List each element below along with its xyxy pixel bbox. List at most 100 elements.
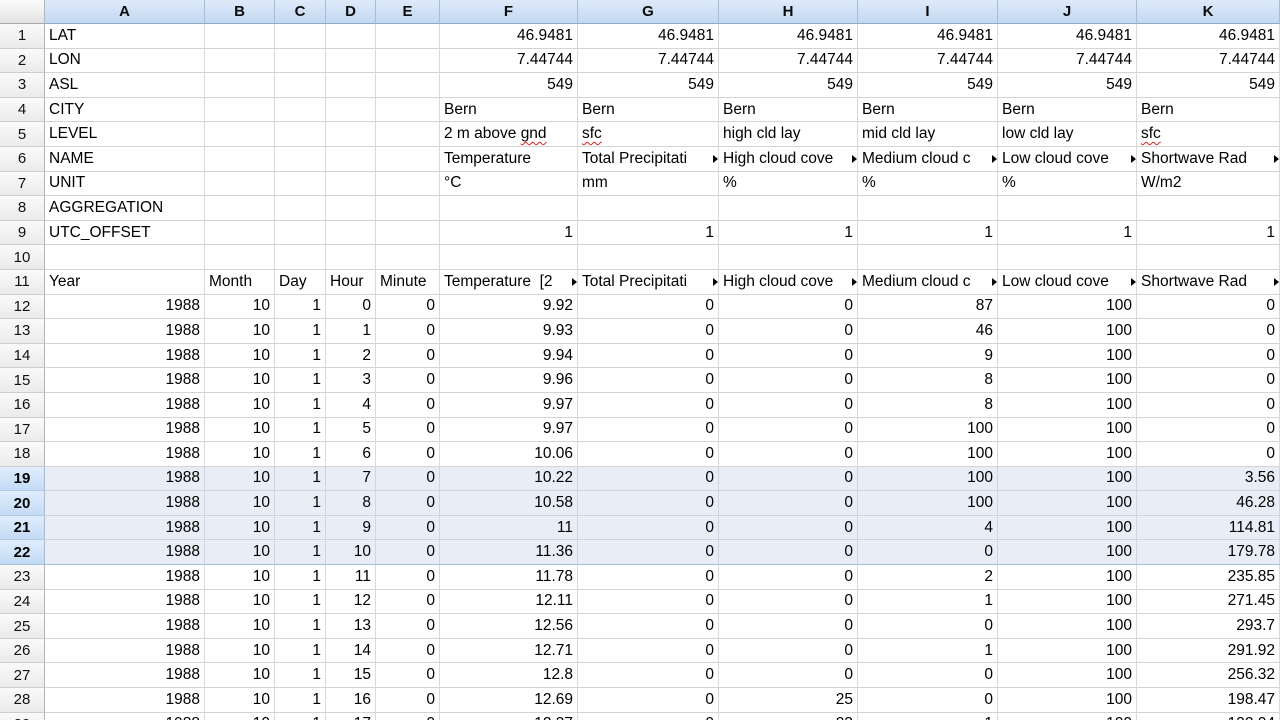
cell-E27[interactable]: 0 [376,663,440,688]
cell-C27[interactable]: 1 [275,663,326,688]
cell-B27[interactable]: 10 [205,663,275,688]
cell-D21[interactable]: 9 [326,516,376,541]
row-header-29[interactable]: 29 [0,713,45,720]
cell-E20[interactable]: 0 [376,491,440,516]
cell-C11[interactable]: Day [275,270,326,295]
cell-G21[interactable]: 0 [578,516,719,541]
cell-C13[interactable]: 1 [275,319,326,344]
cell-D13[interactable]: 1 [326,319,376,344]
row-header-12[interactable]: 12 [0,295,45,320]
cell-D10[interactable] [326,245,376,270]
cell-K24[interactable]: 271.45 [1137,590,1280,615]
cell-C4[interactable] [275,98,326,123]
row-header-7[interactable]: 7 [0,172,45,197]
cell-I24[interactable]: 1 [858,590,998,615]
cell-G13[interactable]: 0 [578,319,719,344]
row-header-28[interactable]: 28 [0,688,45,713]
cell-H10[interactable] [719,245,858,270]
cell-F26[interactable]: 12.71 [440,639,578,664]
cell-I9[interactable]: 1 [858,221,998,246]
cell-F10[interactable] [440,245,578,270]
row-header-13[interactable]: 13 [0,319,45,344]
cell-F20[interactable]: 10.58 [440,491,578,516]
cell-I14[interactable]: 9 [858,344,998,369]
cell-B9[interactable] [205,221,275,246]
cell-F3[interactable]: 549 [440,73,578,98]
cell-C21[interactable]: 1 [275,516,326,541]
cell-E17[interactable]: 0 [376,418,440,443]
cell-B18[interactable]: 10 [205,442,275,467]
select-all-corner[interactable] [0,0,45,24]
cell-G25[interactable]: 0 [578,614,719,639]
cell-K1[interactable]: 46.9481 [1137,24,1280,49]
cell-I1[interactable]: 46.9481 [858,24,998,49]
cell-F16[interactable]: 9.97 [440,393,578,418]
cell-F22[interactable]: 11.36 [440,540,578,565]
cell-E6[interactable] [376,147,440,172]
cell-E16[interactable]: 0 [376,393,440,418]
cell-D25[interactable]: 13 [326,614,376,639]
cell-G4[interactable]: Bern [578,98,719,123]
cell-F19[interactable]: 10.22 [440,467,578,492]
cell-D28[interactable]: 16 [326,688,376,713]
cell-J23[interactable]: 100 [998,565,1137,590]
cell-F7[interactable]: °C [440,172,578,197]
row-header-23[interactable]: 23 [0,565,45,590]
cell-J28[interactable]: 100 [998,688,1137,713]
cell-E3[interactable] [376,73,440,98]
cell-J12[interactable]: 100 [998,295,1137,320]
cell-E11[interactable]: Minute [376,270,440,295]
cell-F4[interactable]: Bern [440,98,578,123]
cell-I19[interactable]: 100 [858,467,998,492]
cell-C18[interactable]: 1 [275,442,326,467]
cell-K13[interactable]: 0 [1137,319,1280,344]
cell-A26[interactable]: 1988 [45,639,205,664]
cell-A15[interactable]: 1988 [45,368,205,393]
cell-J19[interactable]: 100 [998,467,1137,492]
row-header-21[interactable]: 21 [0,516,45,541]
cell-A24[interactable]: 1988 [45,590,205,615]
cell-A17[interactable]: 1988 [45,418,205,443]
cell-E9[interactable] [376,221,440,246]
cell-G11[interactable]: Total Precipitati [578,270,719,295]
cell-A3[interactable]: ASL [45,73,205,98]
cell-I18[interactable]: 100 [858,442,998,467]
cell-C14[interactable]: 1 [275,344,326,369]
cell-E7[interactable] [376,172,440,197]
cell-J8[interactable] [998,196,1137,221]
row-header-20[interactable]: 20 [0,491,45,516]
cell-F28[interactable]: 12.69 [440,688,578,713]
cell-E13[interactable]: 0 [376,319,440,344]
cell-F9[interactable]: 1 [440,221,578,246]
cell-G3[interactable]: 549 [578,73,719,98]
cell-F2[interactable]: 7.44744 [440,49,578,74]
cell-H20[interactable]: 0 [719,491,858,516]
cell-I12[interactable]: 87 [858,295,998,320]
cell-A19[interactable]: 1988 [45,467,205,492]
cell-E18[interactable]: 0 [376,442,440,467]
cell-A2[interactable]: LON [45,49,205,74]
cell-E28[interactable]: 0 [376,688,440,713]
cell-E21[interactable]: 0 [376,516,440,541]
cell-C25[interactable]: 1 [275,614,326,639]
cell-E25[interactable]: 0 [376,614,440,639]
cell-J21[interactable]: 100 [998,516,1137,541]
cell-F23[interactable]: 11.78 [440,565,578,590]
cell-B4[interactable] [205,98,275,123]
cell-D1[interactable] [326,24,376,49]
cell-I10[interactable] [858,245,998,270]
cell-I2[interactable]: 7.44744 [858,49,998,74]
cell-J5[interactable]: low cld lay [998,122,1137,147]
column-header-J[interactable]: J [998,0,1137,24]
cell-D4[interactable] [326,98,376,123]
cell-H24[interactable]: 0 [719,590,858,615]
cell-J26[interactable]: 100 [998,639,1137,664]
cell-A1[interactable]: LAT [45,24,205,49]
cell-D9[interactable] [326,221,376,246]
cell-C8[interactable] [275,196,326,221]
cell-I8[interactable] [858,196,998,221]
cell-E14[interactable]: 0 [376,344,440,369]
cell-C23[interactable]: 1 [275,565,326,590]
cell-G5[interactable]: sfc [578,122,719,147]
cell-H13[interactable]: 0 [719,319,858,344]
